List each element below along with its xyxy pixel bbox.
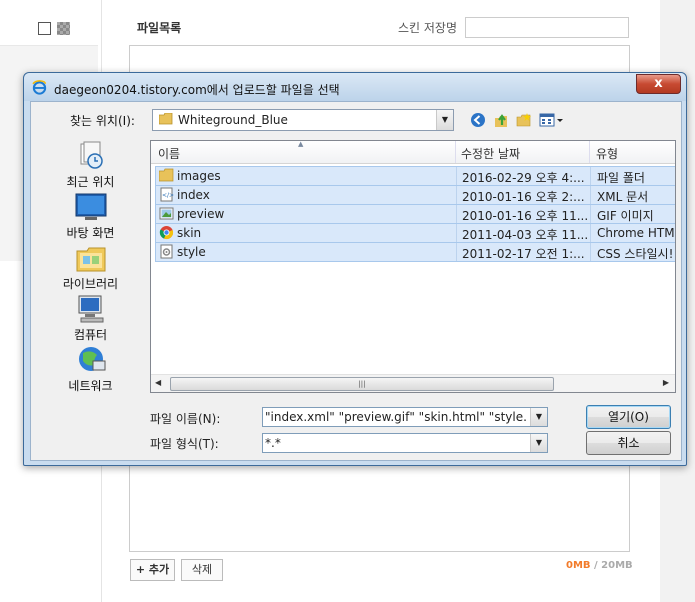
column-name[interactable]: 이름 bbox=[158, 145, 180, 162]
up-folder-icon[interactable] bbox=[493, 112, 509, 128]
dialog-titlebar[interactable]: daegeon0204.tistory.com에서 업로드할 파일을 선택 x bbox=[24, 73, 686, 101]
file-row[interactable]: preview 2010-01-16 오후 11... GIF 이미지 bbox=[155, 204, 675, 224]
look-in-value: Whiteground_Blue bbox=[178, 113, 288, 127]
xml-file-icon: </> bbox=[160, 187, 174, 202]
file-row[interactable]: style 2011-02-17 오전 1:... CSS 스타일시! bbox=[155, 242, 675, 262]
file-type: 파일 폴더 bbox=[597, 171, 645, 185]
css-file-icon bbox=[160, 244, 173, 259]
storage-quota: 0MB / 20MB bbox=[566, 560, 633, 571]
svg-text:</>: </> bbox=[162, 192, 174, 199]
file-date: 2010-01-16 오후 11... bbox=[462, 209, 589, 223]
file-type-label: 파일 형식(T): bbox=[150, 437, 219, 451]
look-in-label: 찾는 위치(I): bbox=[70, 114, 135, 128]
place-computer[interactable]: 컴퓨터 bbox=[33, 294, 148, 344]
file-name: images bbox=[177, 169, 221, 183]
view-menu-icon[interactable] bbox=[539, 112, 567, 128]
chevron-down-icon[interactable]: ▼ bbox=[436, 110, 453, 130]
open-button[interactable]: 열기(O) bbox=[586, 405, 671, 429]
file-type-select[interactable]: *.* ▼ bbox=[262, 433, 548, 453]
quota-total: 20MB bbox=[601, 560, 633, 571]
dialog-title: daegeon0204.tistory.com에서 업로드할 파일을 선택 bbox=[54, 83, 340, 97]
folder-icon bbox=[159, 113, 173, 125]
file-name: index bbox=[177, 188, 210, 202]
file-type-value: *.* bbox=[265, 436, 281, 450]
place-libraries-label: 라이브러리 bbox=[62, 277, 119, 291]
place-recent[interactable]: 최근 위치 bbox=[33, 141, 148, 191]
place-computer-label: 컴퓨터 bbox=[73, 328, 108, 342]
file-row[interactable]: skin 2011-04-03 오후 11... Chrome HTML bbox=[155, 223, 676, 243]
place-desktop[interactable]: 바탕 화면 bbox=[33, 192, 148, 242]
horizontal-scrollbar[interactable]: ◀ ||| ▶ bbox=[151, 374, 675, 392]
dialog-body: 찾는 위치(I): Whiteground_Blue ▼ 최근 위치 바탕 화면… bbox=[30, 101, 682, 461]
places-bar: 최근 위치 바탕 화면 라이브러리 컴퓨터 네트워크 bbox=[33, 135, 148, 450]
network-icon bbox=[78, 347, 105, 371]
chrome-html-icon bbox=[159, 226, 173, 239]
look-in-dropdown[interactable]: Whiteground_Blue ▼ bbox=[152, 109, 454, 131]
chevron-down-icon[interactable]: ▼ bbox=[530, 434, 547, 452]
file-type: CSS 스타일시! bbox=[597, 247, 674, 261]
file-row[interactable]: images 2016-02-29 오후 4:... 파일 폴더 bbox=[155, 166, 675, 186]
file-date: 2011-02-17 오전 1:... bbox=[462, 247, 585, 261]
place-network-label: 네트워크 bbox=[68, 379, 113, 393]
internet-explorer-icon bbox=[32, 80, 47, 95]
file-name: style bbox=[177, 245, 206, 259]
recent-places-icon bbox=[80, 141, 103, 169]
gif-file-icon bbox=[159, 207, 174, 220]
column-type[interactable]: 유형 bbox=[596, 145, 618, 162]
chevron-down-icon[interactable]: ▼ bbox=[530, 408, 547, 426]
place-libraries[interactable]: 라이브러리 bbox=[33, 243, 148, 293]
place-desktop-label: 바탕 화면 bbox=[66, 226, 115, 240]
libraries-icon bbox=[76, 247, 105, 272]
quota-used: 0MB bbox=[566, 560, 591, 571]
section-title: 파일목록 bbox=[137, 21, 182, 35]
file-row[interactable]: </> index 2010-01-16 오후 2:... XML 문서 bbox=[155, 185, 675, 205]
sort-ascending-icon: ▲ bbox=[298, 140, 304, 148]
delete-file-button[interactable]: 삭제 bbox=[181, 559, 223, 581]
skin-save-input[interactable] bbox=[465, 17, 629, 38]
column-header: ▲ 이름 수정한 날짜 유형 bbox=[151, 141, 675, 164]
place-recent-label: 최근 위치 bbox=[66, 175, 115, 189]
close-button[interactable]: x bbox=[636, 74, 681, 94]
computer-icon bbox=[78, 295, 103, 323]
column-date[interactable]: 수정한 날짜 bbox=[461, 145, 520, 162]
file-date: 2016-02-29 오후 4:... bbox=[462, 171, 585, 185]
file-name-input[interactable]: "index.xml" "preview.gif" "skin.html" "s… bbox=[262, 407, 548, 427]
file-date: 2010-01-16 오후 2:... bbox=[462, 190, 585, 204]
desktop-icon bbox=[75, 193, 106, 220]
file-type: GIF 이미지 bbox=[597, 209, 654, 223]
scroll-left-icon[interactable]: ◀ bbox=[155, 378, 161, 387]
back-arrow-icon[interactable] bbox=[470, 112, 486, 128]
checkbox-icon[interactable] bbox=[38, 22, 51, 35]
file-list[interactable]: ▲ 이름 수정한 날짜 유형 images 2016-02-29 오후 4:..… bbox=[150, 140, 676, 393]
cancel-button[interactable]: 취소 bbox=[586, 431, 671, 455]
scrollbar-thumb[interactable]: ||| bbox=[170, 377, 554, 391]
file-type: XML 문서 bbox=[597, 190, 649, 204]
scroll-right-icon[interactable]: ▶ bbox=[663, 378, 669, 387]
skin-save-label: 스킨 저장명 bbox=[398, 21, 458, 35]
add-file-button[interactable]: + 추가 bbox=[130, 559, 175, 581]
file-name: preview bbox=[177, 207, 225, 221]
file-type: Chrome HTML bbox=[597, 226, 676, 240]
place-network[interactable]: 네트워크 bbox=[33, 345, 148, 395]
quota-separator: / bbox=[590, 560, 602, 571]
new-folder-icon[interactable] bbox=[516, 112, 532, 128]
file-name-value: "index.xml" "preview.gif" "skin.html" "s… bbox=[265, 410, 527, 424]
file-date: 2011-04-03 오후 11... bbox=[462, 228, 589, 242]
file-open-dialog: daegeon0204.tistory.com에서 업로드할 파일을 선택 x … bbox=[23, 72, 687, 466]
folder-icon bbox=[159, 168, 174, 182]
file-name: skin bbox=[177, 226, 202, 240]
transparent-pattern-icon[interactable] bbox=[57, 22, 70, 35]
file-name-label: 파일 이름(N): bbox=[150, 412, 221, 426]
